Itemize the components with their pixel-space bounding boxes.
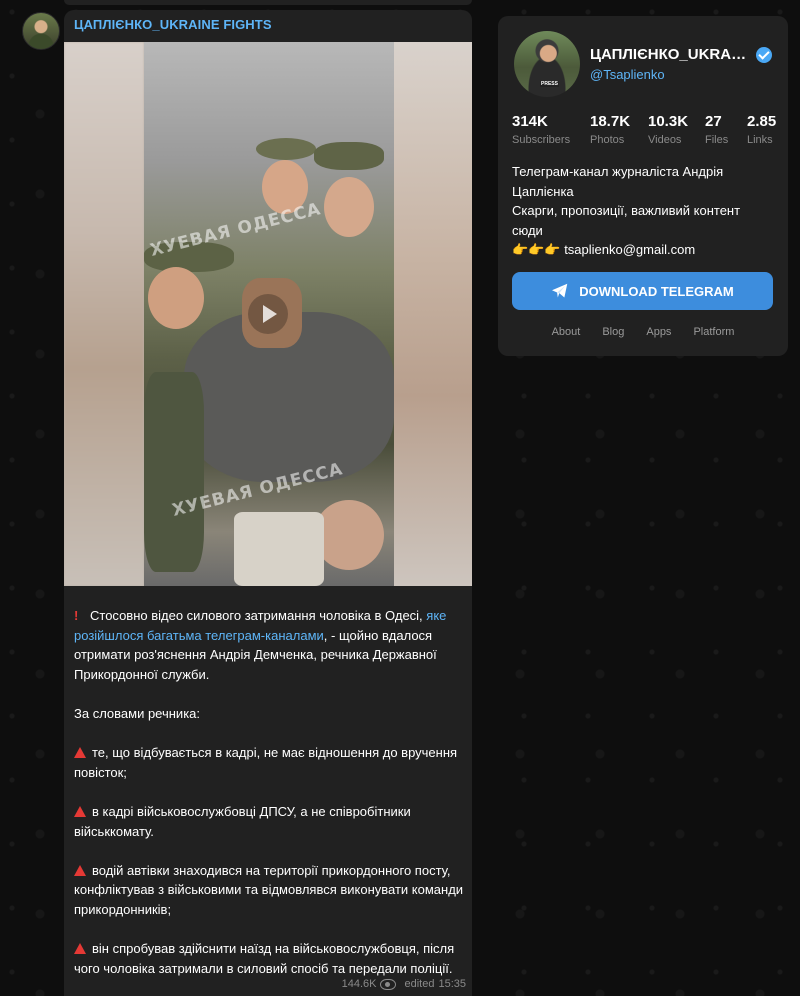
about-link[interactable]: About xyxy=(552,326,581,338)
stat-videos[interactable]: 10.3K Videos xyxy=(648,113,688,146)
video-figure xyxy=(144,372,204,572)
post-time[interactable]: 15:35 xyxy=(438,978,466,990)
download-telegram-button[interactable]: DOWNLOAD TELEGRAM xyxy=(512,272,773,310)
stat-files[interactable]: 27 Files xyxy=(705,113,728,146)
video-figure xyxy=(234,512,324,586)
channel-handle[interactable]: @Tsaplienko xyxy=(590,67,665,82)
watermark-top: ХУЕВАЯ ОДЕССА xyxy=(148,199,324,261)
post-meta: 144.6K edited 15:35 xyxy=(342,978,466,990)
post-paragraph: ! Стосовно відео силового затримання чоло… xyxy=(74,608,447,682)
footer-links: About Blog Apps Platform xyxy=(498,326,788,338)
video-figure xyxy=(256,138,316,160)
previous-post-edge xyxy=(64,0,472,5)
video-figure xyxy=(148,267,204,329)
channel-description: Телеграм-канал журналіста Андрія Цаплієн… xyxy=(512,164,741,258)
channel-email[interactable]: tsaplienko@gmail.com xyxy=(564,242,695,257)
video-figure xyxy=(314,500,384,570)
video-blur-right xyxy=(394,42,472,586)
channel-info-card: PRESS ЦАПЛІЄНКО_UKRAIN... @Tsaplienko 31… xyxy=(498,16,788,356)
post-video[interactable]: ХУЕВАЯ ОДЕССА ХУЕВАЯ ОДЕССА xyxy=(64,42,472,586)
stat-subscribers[interactable]: 314K Subscribers xyxy=(512,113,570,146)
apps-link[interactable]: Apps xyxy=(646,326,671,338)
download-label: DOWNLOAD TELEGRAM xyxy=(579,283,734,299)
blog-link[interactable]: Blog xyxy=(602,326,624,338)
stat-photos[interactable]: 18.7K Photos xyxy=(590,113,630,146)
post-intro: За словами речника: xyxy=(74,705,201,721)
view-count: 144.6K xyxy=(341,978,377,990)
exclamation-icon: ! xyxy=(74,608,79,623)
channel-avatar[interactable] xyxy=(22,12,60,50)
channel-photo[interactable] xyxy=(514,31,580,97)
video-blur-left xyxy=(64,42,144,586)
edited-label: edited xyxy=(404,978,435,990)
video-figure xyxy=(314,142,384,170)
paper-plane-icon xyxy=(552,283,568,298)
channel-name: ЦАПЛІЄНКО_UKRAIN... xyxy=(590,46,750,63)
press-badge: PRESS xyxy=(540,81,559,87)
bullet-item: він спробував здійснити наїзд на військо… xyxy=(74,941,455,976)
red-triangle-icon xyxy=(74,805,86,817)
bullet-item: водій автівки знаходився на території пр… xyxy=(74,862,464,917)
platform-link[interactable]: Platform xyxy=(693,326,734,338)
red-triangle-icon xyxy=(74,864,86,876)
red-triangle-icon xyxy=(74,747,86,759)
bullet-item: те, що відбувається в кадрі, не має відн… xyxy=(74,745,458,780)
verified-check-icon xyxy=(756,47,772,63)
channel-post: ЦАПЛІЄНКО_UKRAINE FIGHTS ХУЕВАЯ ОДЕССА Х… xyxy=(64,10,472,996)
red-triangle-icon xyxy=(74,943,86,955)
eye-icon xyxy=(380,978,397,990)
pointing-hands-emoji: 👉👉👉 xyxy=(512,242,561,258)
play-icon[interactable] xyxy=(248,294,288,334)
post-author[interactable]: ЦАПЛІЄНКО_UKRAINE FIGHTS xyxy=(74,17,272,32)
post-text: ! Стосовно відео силового затримання чоло… xyxy=(74,606,466,978)
stat-links[interactable]: 2.85 Links xyxy=(747,113,776,146)
video-figure xyxy=(324,177,374,237)
bullet-item: в кадрі військовослужбовці ДПСУ, а не сп… xyxy=(74,803,411,839)
